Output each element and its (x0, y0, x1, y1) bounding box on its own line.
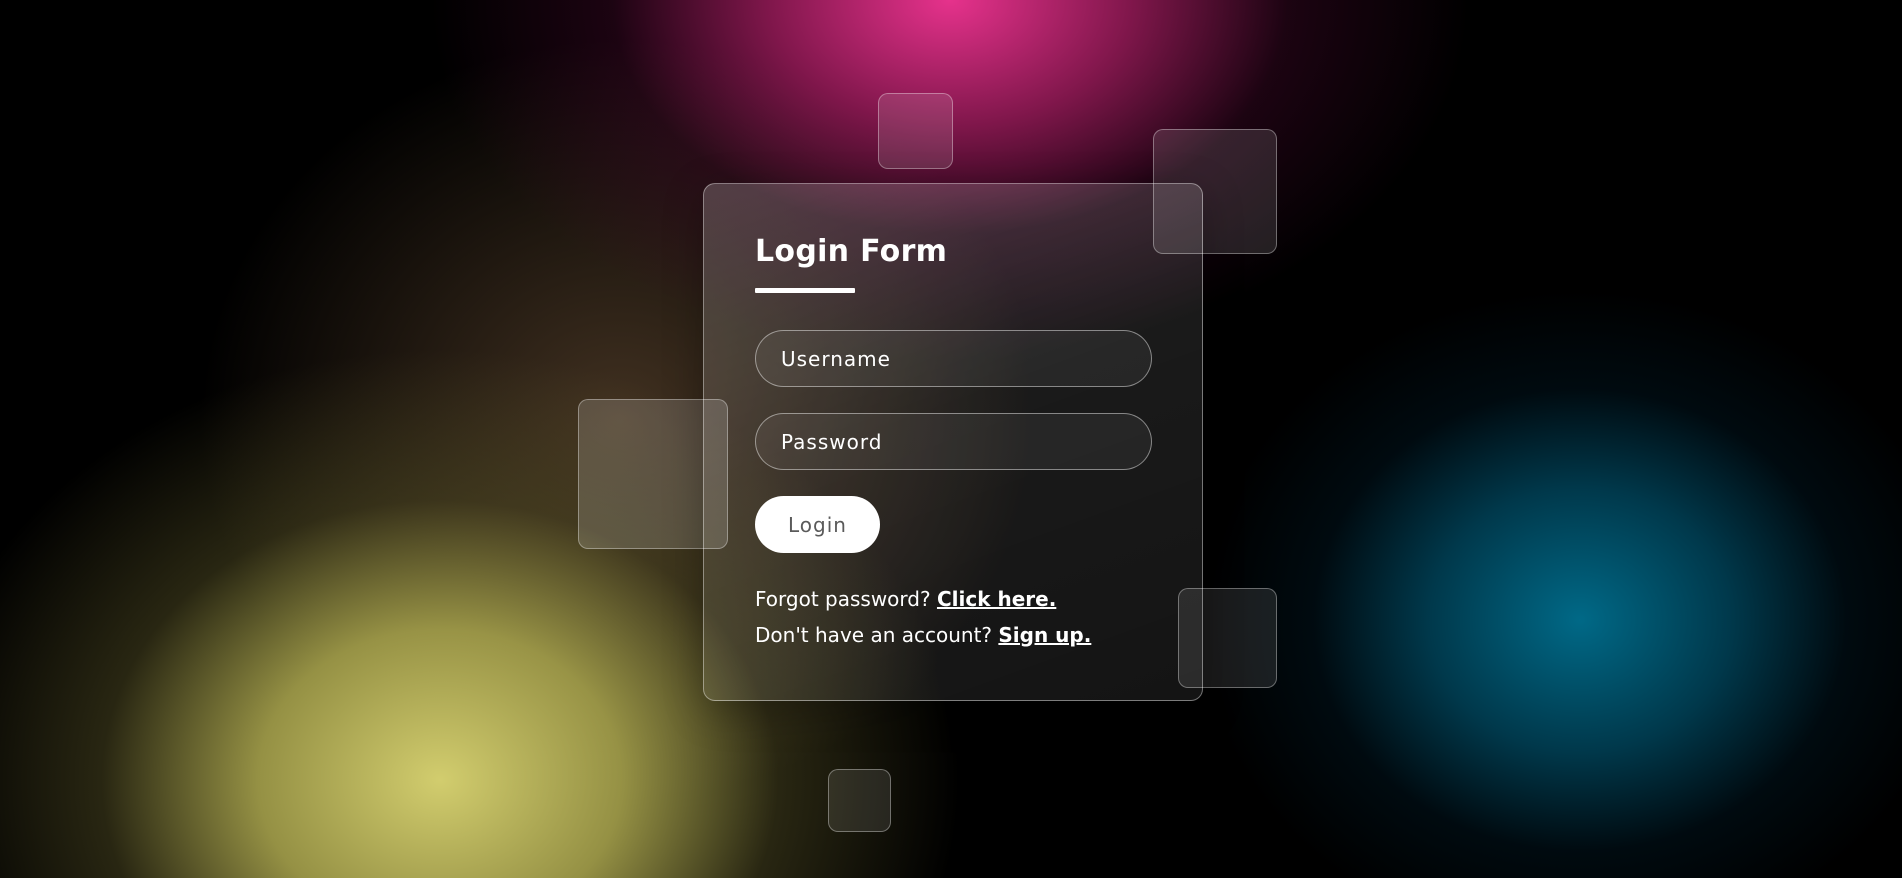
password-input[interactable] (755, 413, 1152, 470)
title-underline (755, 288, 855, 293)
login-button[interactable]: Login (755, 496, 880, 553)
forgot-password-line: Forgot password? Click here. (755, 589, 1056, 609)
decorative-glass-square (878, 93, 953, 169)
decorative-glass-square (828, 769, 891, 832)
signup-link[interactable]: Sign up. (998, 623, 1091, 647)
form-title: Login Form (755, 234, 948, 269)
signup-line: Don't have an account? Sign up. (755, 625, 1091, 645)
forgot-password-link[interactable]: Click here. (937, 587, 1056, 611)
username-input[interactable] (755, 330, 1152, 387)
login-card: Login Form Login Forgot password? Click … (703, 183, 1203, 701)
background: Login Form Login Forgot password? Click … (0, 0, 1902, 878)
forgot-password-text: Forgot password? (755, 587, 931, 611)
signup-text: Don't have an account? (755, 623, 993, 647)
